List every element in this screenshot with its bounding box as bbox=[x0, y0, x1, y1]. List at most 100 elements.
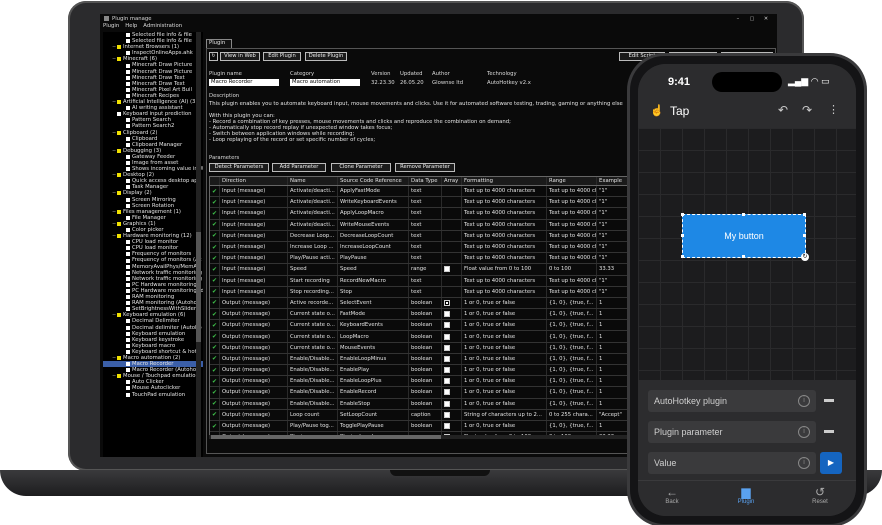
table-cell[interactable]: 1 bbox=[597, 376, 634, 387]
column-header[interactable]: Example bbox=[597, 177, 634, 185]
resize-handle[interactable] bbox=[742, 255, 745, 258]
table-cell[interactable]: Active recorde... bbox=[288, 297, 338, 309]
array-checkbox-cell[interactable] bbox=[442, 331, 462, 342]
table-cell[interactable]: EnableRecord bbox=[338, 387, 409, 398]
tree-checkbox[interactable] bbox=[126, 203, 130, 208]
tree-checkbox[interactable] bbox=[126, 386, 130, 391]
tree-checkbox[interactable] bbox=[117, 130, 121, 135]
tree-checkbox[interactable] bbox=[126, 258, 130, 263]
table-row[interactable]: ✔ Input (message) Decrease Loop... Decrease… bbox=[210, 230, 634, 242]
detect-parameters-button[interactable]: Detect Parameters bbox=[209, 163, 269, 172]
tree-checkbox[interactable] bbox=[126, 142, 130, 147]
table-cell[interactable]: EnableStop bbox=[338, 398, 409, 409]
table-cell[interactable]: "1" bbox=[597, 230, 634, 241]
table-cell[interactable]: Text up to 4000 ch... bbox=[547, 286, 597, 297]
table-row[interactable]: ✔ Output (message) Enable/Disable... Enable… bbox=[210, 376, 634, 388]
table-cell[interactable]: EnableLoopMinus bbox=[338, 353, 409, 364]
table-cell[interactable]: Output (message) bbox=[220, 365, 288, 376]
tree-checkbox[interactable] bbox=[126, 51, 130, 56]
undo-icon[interactable]: ↶ bbox=[778, 103, 788, 117]
table-cell[interactable]: 1 or 0, true or false bbox=[462, 387, 547, 398]
table-cell[interactable]: 1 or 0, true or false bbox=[462, 320, 547, 331]
table-cell[interactable]: Enable/Disable... bbox=[288, 365, 338, 376]
tree-scrollbar[interactable] bbox=[196, 32, 201, 457]
nav-reset[interactable]: ↺ Reset bbox=[790, 485, 850, 505]
column-header[interactable]: Direction bbox=[220, 177, 288, 185]
table-cell[interactable]: "1" bbox=[597, 275, 634, 286]
array-checkbox-cell[interactable] bbox=[442, 342, 462, 353]
tree-checkbox[interactable] bbox=[126, 106, 130, 111]
table-cell[interactable]: 1 bbox=[597, 387, 634, 398]
table-cell[interactable]: 1 bbox=[597, 297, 634, 309]
tree-checkbox[interactable] bbox=[126, 69, 130, 74]
table-cell[interactable]: Input (message) bbox=[220, 219, 288, 230]
table-cell[interactable]: "1" bbox=[597, 219, 634, 230]
tree-checkbox[interactable] bbox=[126, 240, 130, 245]
column-header[interactable]: Formatting bbox=[462, 177, 547, 185]
array-checkbox[interactable] bbox=[444, 311, 450, 318]
menu-plugin[interactable]: Plugin bbox=[103, 23, 119, 30]
table-cell[interactable]: text bbox=[409, 208, 442, 219]
maximize-icon[interactable]: ▢ bbox=[745, 16, 759, 22]
table-cell[interactable]: Text up to 4000 ch... bbox=[547, 230, 597, 241]
table-cell[interactable]: Input (message) bbox=[220, 208, 288, 219]
table-cell[interactable]: Input (message) bbox=[220, 264, 288, 275]
table-cell[interactable]: 1 or 0, true or false bbox=[462, 331, 547, 342]
tree-checkbox[interactable] bbox=[117, 221, 121, 226]
tree-checkbox[interactable] bbox=[126, 331, 130, 336]
table-cell[interactable]: 33.33 bbox=[597, 264, 634, 275]
tree-checkbox[interactable] bbox=[117, 313, 121, 318]
table-cell[interactable]: Activate/deacti... bbox=[288, 219, 338, 230]
tree-checkbox[interactable] bbox=[126, 63, 130, 68]
edit-plugin-button[interactable]: Edit Plugin bbox=[263, 52, 301, 61]
table-cell[interactable]: WriteKeyboardEvents bbox=[338, 197, 409, 208]
table-row[interactable]: ✔ Output (message) Play/Pause tog... Toggle… bbox=[210, 420, 634, 433]
array-checkbox[interactable] bbox=[444, 355, 450, 362]
array-checkbox[interactable] bbox=[444, 400, 450, 407]
resize-handle[interactable] bbox=[803, 234, 806, 237]
table-cell[interactable]: Current state o... bbox=[288, 320, 338, 331]
resize-handle[interactable] bbox=[681, 255, 684, 258]
table-horizontal-scrollbar-thumb[interactable] bbox=[211, 435, 441, 439]
tree-checkbox[interactable] bbox=[126, 288, 130, 293]
tree-checkbox[interactable] bbox=[117, 356, 121, 361]
table-cell[interactable]: "1" bbox=[597, 208, 634, 219]
table-row[interactable]: ✔ Input (message) Speed Speed range Float val… bbox=[210, 264, 634, 276]
table-cell[interactable]: Current state o... bbox=[288, 331, 338, 342]
array-checkbox[interactable] bbox=[444, 266, 450, 273]
tree-checkbox[interactable] bbox=[117, 100, 121, 105]
table-cell[interactable]: Text up to 4000 ch... bbox=[547, 219, 597, 230]
array-checkbox[interactable] bbox=[444, 378, 450, 385]
table-cell[interactable]: Current state o... bbox=[288, 309, 338, 320]
table-cell[interactable]: Text up to 4000 characters bbox=[462, 219, 547, 230]
tree-checkbox[interactable] bbox=[117, 57, 121, 62]
table-cell[interactable]: text bbox=[409, 186, 442, 197]
redo-icon[interactable]: ↷ bbox=[802, 103, 812, 117]
table-cell[interactable]: "1" bbox=[597, 253, 634, 264]
table-cell[interactable]: 1 bbox=[597, 420, 634, 432]
table-cell[interactable]: Activate/deacti... bbox=[288, 186, 338, 197]
table-cell[interactable]: Input (message) bbox=[220, 230, 288, 241]
table-cell[interactable]: Enable/Disable... bbox=[288, 387, 338, 398]
tree-checkbox[interactable] bbox=[126, 307, 130, 312]
table-cell[interactable]: MouseEvents bbox=[338, 342, 409, 353]
table-cell[interactable]: Text up to 4000 ch... bbox=[547, 186, 597, 197]
table-cell[interactable]: boolean bbox=[409, 387, 442, 398]
minimize-icon[interactable]: – bbox=[731, 16, 745, 22]
table-cell[interactable]: Enable/Disable... bbox=[288, 398, 338, 409]
tree-checkbox[interactable] bbox=[126, 380, 130, 385]
array-checkbox-cell[interactable] bbox=[442, 409, 462, 420]
table-cell[interactable]: 1 bbox=[597, 398, 634, 409]
plugin-name-input[interactable]: Macro Recorder bbox=[209, 79, 279, 86]
table-cell[interactable]: Input (message) bbox=[220, 275, 288, 286]
table-row[interactable]: ✔ Output (message) Current state o... Mouse… bbox=[210, 342, 634, 354]
table-cell[interactable]: 1 or 0, true or false bbox=[462, 398, 547, 409]
table-cell[interactable]: "1" bbox=[597, 197, 634, 208]
table-cell[interactable]: Text up to 4000 characters bbox=[462, 230, 547, 241]
tree-checkbox[interactable] bbox=[126, 264, 130, 269]
tree-checkbox[interactable] bbox=[126, 179, 130, 184]
array-checkbox-cell[interactable] bbox=[442, 208, 462, 219]
column-header[interactable] bbox=[210, 177, 220, 185]
rotate-handle-icon[interactable]: ↻ bbox=[801, 253, 809, 261]
tree-checkbox[interactable] bbox=[126, 39, 130, 44]
